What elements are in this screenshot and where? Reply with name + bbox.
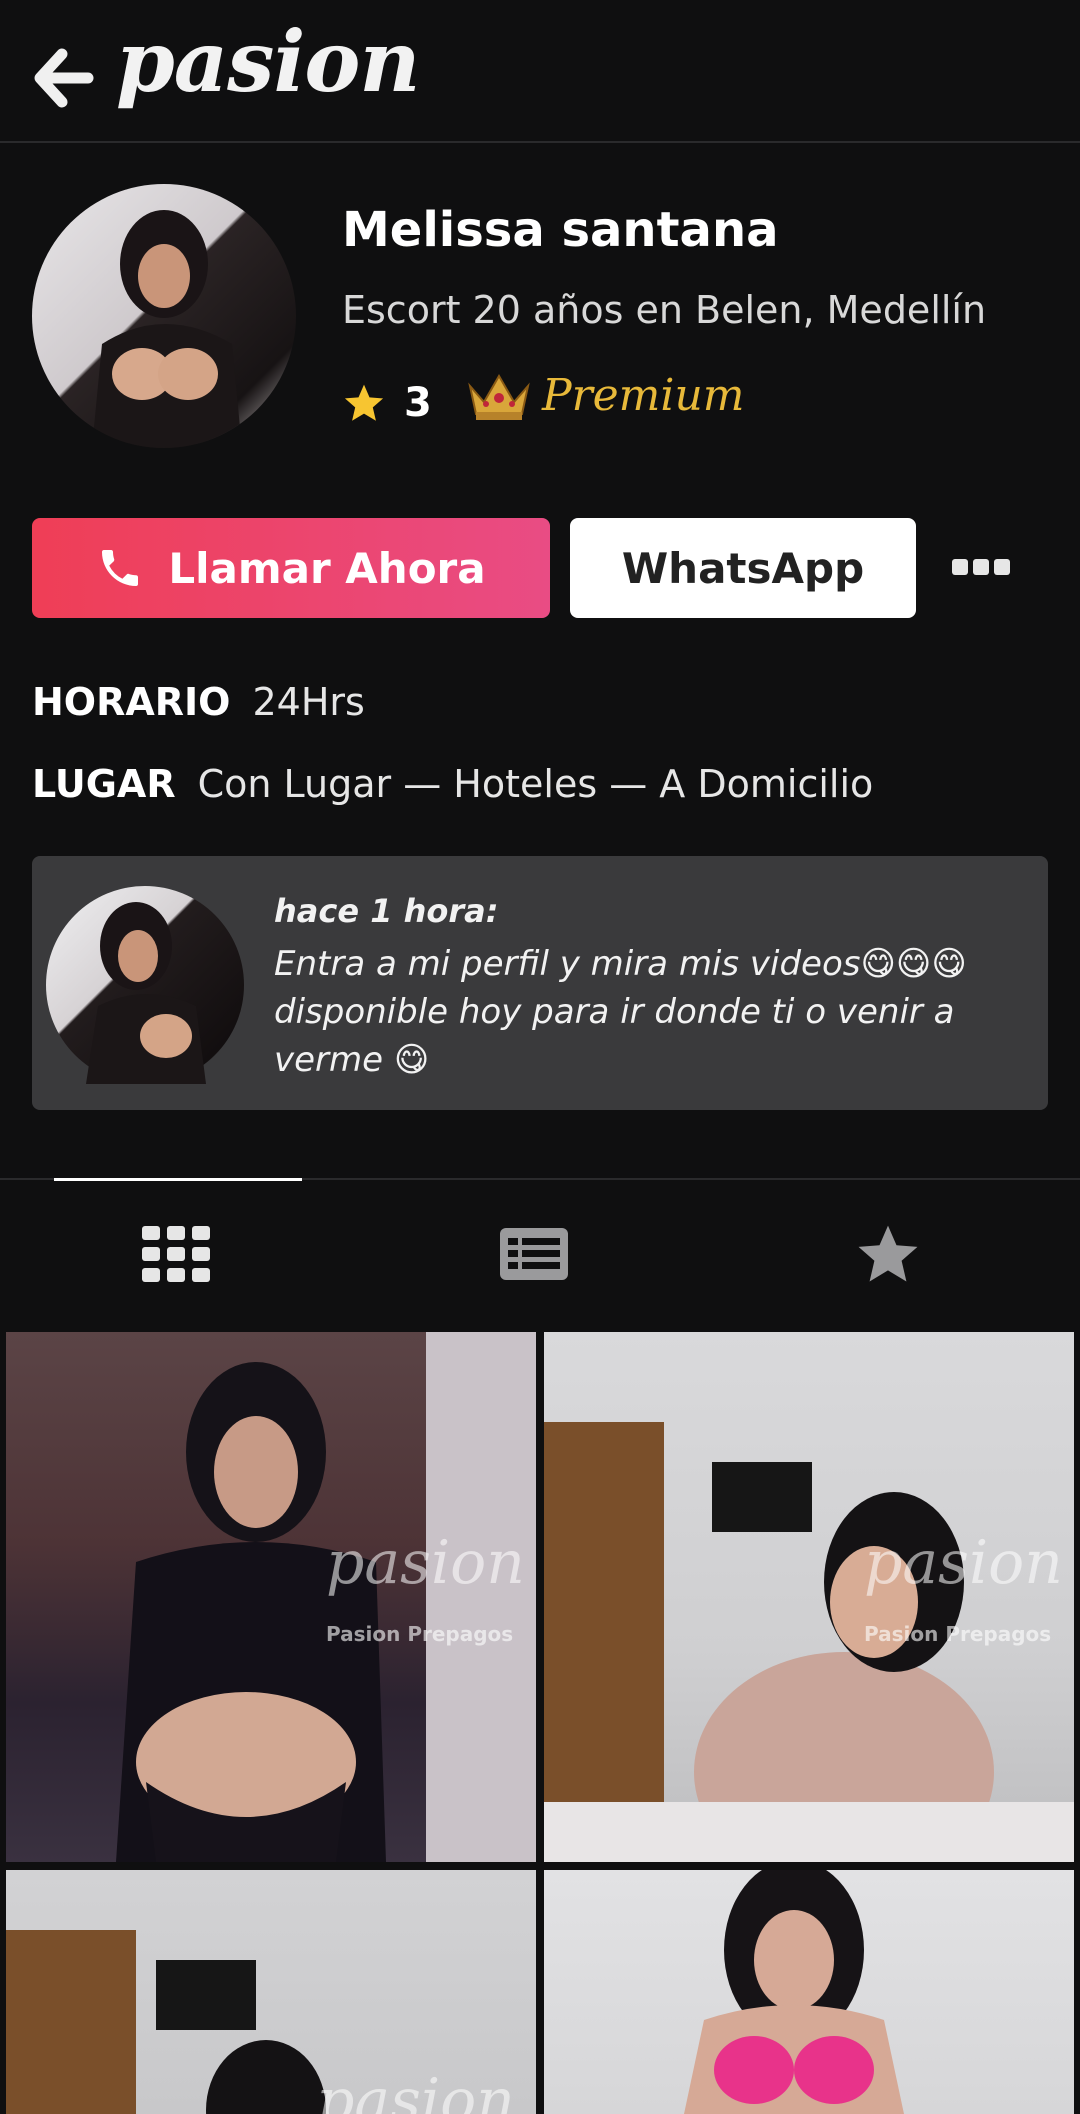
call-now-button[interactable]: Llamar Ahora	[32, 518, 550, 618]
rating-value: 3	[404, 380, 432, 426]
photo-content	[684, 1870, 904, 2114]
list-icon[interactable]	[498, 1220, 570, 1288]
phone-icon	[102, 550, 139, 586]
crown-icon	[468, 373, 530, 420]
watermark-logo: pasion	[326, 1528, 525, 1598]
grid-icon[interactable]	[140, 1220, 212, 1288]
lugar-value: Con Lugar — Hoteles — A Domicilio	[197, 762, 874, 806]
lugar-row: LUGAR Con Lugar — Hoteles — A Domicilio	[32, 762, 873, 806]
profile-subtitle: Escort 20 años en Belen, Medellín	[342, 288, 987, 332]
profile-avatar[interactable]	[32, 184, 296, 448]
photo-tile[interactable]	[544, 1870, 1074, 2114]
watermark-caption: Pasion Prepagos	[864, 1622, 1052, 1646]
pasion-logo[interactable]: pasion	[116, 12, 420, 111]
post-time: hace 1 hora:	[274, 892, 499, 930]
content-tabs	[0, 1178, 1080, 1330]
premium-label: Premium	[542, 369, 745, 421]
whatsapp-button[interactable]: WhatsApp	[570, 518, 916, 618]
premium-badge: Premium	[466, 368, 745, 422]
more-options-icon[interactable]	[952, 556, 1010, 578]
app-header: pasion	[0, 0, 1080, 143]
star-icon[interactable]	[852, 1220, 924, 1288]
watermark-caption: Pasion Prepagos	[326, 1622, 514, 1646]
post-text: Entra a mi perfil y mira mis videos😋😋😋 d…	[274, 944, 967, 1080]
call-now-label: Llamar Ahora	[168, 543, 486, 593]
rating: 3	[342, 375, 432, 431]
watermark-logo: pasion	[864, 1528, 1063, 1598]
photo-tile[interactable]: pasion Pasion Prepagos	[544, 1332, 1074, 1862]
lugar-label: LUGAR	[32, 762, 176, 806]
status-post-card[interactable]: hace 1 hora: Entra a mi perfil y mira mi…	[32, 856, 1048, 1110]
horario-value: 24Hrs	[252, 680, 365, 724]
horario-row: HORARIO 24Hrs	[32, 680, 365, 724]
back-arrow-icon[interactable]	[34, 48, 94, 108]
post-avatar	[46, 886, 244, 1084]
star-icon	[344, 384, 384, 421]
profile-name: Melissa santana	[342, 202, 779, 258]
photo-tile[interactable]: pasion	[6, 1870, 536, 2114]
horario-label: HORARIO	[32, 680, 231, 724]
active-tab-indicator	[54, 1178, 302, 1181]
watermark-logo: pasion	[316, 2066, 515, 2114]
photo-tile[interactable]: pasion Pasion Prepagos	[6, 1332, 536, 1862]
